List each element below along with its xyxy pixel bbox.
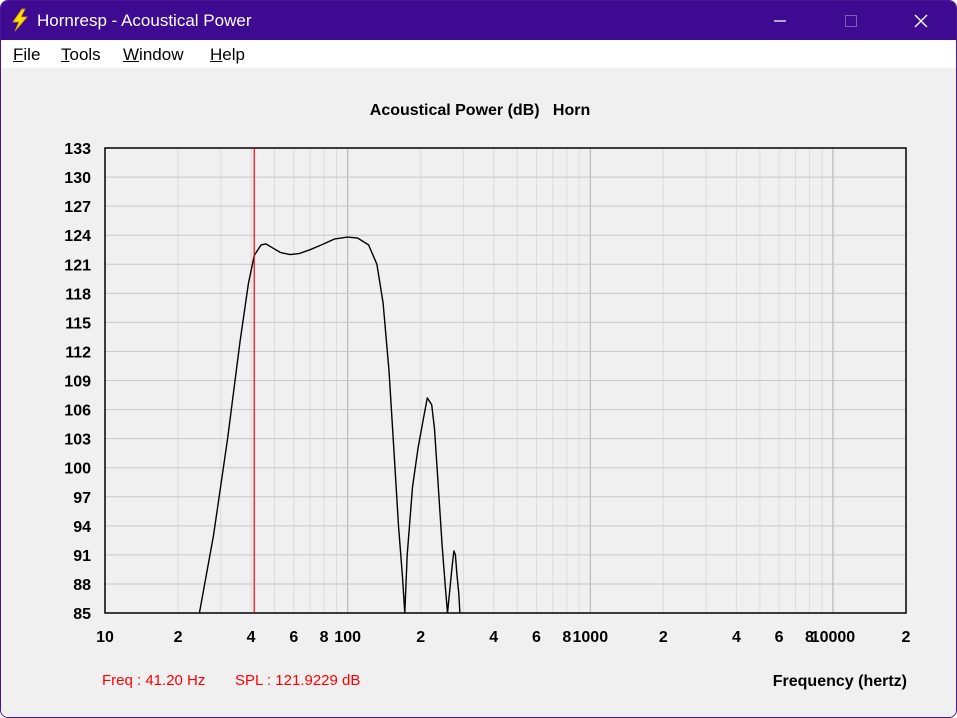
menu-bar: File Tools Window Help: [1, 40, 956, 68]
menu-file[interactable]: File: [13, 45, 40, 65]
x-tick-label: 4: [489, 629, 498, 646]
minimize-icon: [774, 19, 786, 22]
title-bar[interactable]: Hornresp - Acoustical Power: [1, 1, 956, 40]
x-tick-label: 2: [416, 629, 425, 646]
y-tick-label: 106: [64, 403, 91, 420]
menu-help[interactable]: Help: [210, 45, 245, 65]
x-tick-label: 8: [562, 629, 571, 646]
plot-area: 85 88 91 94 97 100 103 106 109 112 115 118 121 124 127…: [1, 68, 956, 717]
x-axis-label: Frequency (hertz): [773, 673, 907, 690]
curve-segment: [446, 550, 461, 614]
chart-title: Acoustical Power (dB) Horn: [370, 102, 590, 119]
x-tick-label: 2: [902, 629, 911, 646]
x-tick-label: 4: [247, 629, 256, 646]
maximize-button[interactable]: [828, 1, 874, 40]
x-tick-label: 8: [320, 629, 329, 646]
y-tick-label: 109: [64, 374, 91, 391]
x-tick-label: 6: [532, 629, 541, 646]
close-button[interactable]: [898, 1, 944, 40]
x-tick-label: 2: [174, 629, 183, 646]
menu-tools[interactable]: Tools: [61, 45, 101, 65]
window-title: Hornresp - Acoustical Power: [37, 11, 252, 30]
x-tick-label: 4: [732, 629, 741, 646]
y-tick-label: 94: [73, 519, 91, 536]
y-tick-label: 85: [73, 606, 91, 623]
x-tick-label: 10000: [811, 629, 856, 646]
major-grid: [105, 148, 906, 613]
y-tick-label: 97: [73, 490, 91, 507]
y-tick-label: 133: [64, 141, 91, 158]
y-tick-label: 112: [65, 344, 91, 361]
lightning-bolt-icon: [12, 8, 28, 32]
x-tick-label: 1000: [573, 629, 609, 646]
x-tick-label: 6: [775, 629, 784, 646]
minimize-button[interactable]: [757, 1, 803, 40]
status-spl: SPL : 121.9229 dB: [235, 672, 360, 689]
menu-window[interactable]: Window: [123, 45, 183, 65]
app-window: Hornresp - Acoustical Power File Tools W…: [0, 0, 957, 718]
y-tick-label: 100: [64, 461, 91, 478]
y-tick-label: 130: [64, 170, 91, 187]
x-tick-label: 10: [96, 629, 114, 646]
curve-segment: [404, 397, 449, 614]
y-tick-label: 103: [64, 432, 91, 449]
y-tick-label: 121: [64, 257, 91, 274]
close-icon: [914, 14, 928, 27]
x-tick-label: 6: [289, 629, 298, 646]
x-tick-label: 2: [659, 629, 668, 646]
acoustical-power-chart[interactable]: 8588919497100103106109112115118121124127…: [1, 68, 956, 717]
status-frequency: Freq : 41.20 Hz: [102, 672, 205, 689]
y-tick-label: 124: [64, 228, 91, 245]
y-axis-ticks: 85 88 91 94 97 100 103 106 109 112 115 118 121 124 127…: [64, 141, 91, 623]
y-tick-label: 118: [65, 286, 91, 303]
y-tick-label: 127: [64, 199, 91, 216]
y-tick-label: 88: [73, 577, 91, 594]
x-axis-ticks: 10 2 4 6 8 100 2 4 6 8 1000 2 4 6 810000 2: [96, 629, 910, 646]
y-tick-label: 91: [73, 548, 91, 565]
x-tick-label: 100: [334, 629, 361, 646]
maximize-icon: [845, 14, 857, 27]
y-tick-label: 115: [65, 315, 91, 332]
